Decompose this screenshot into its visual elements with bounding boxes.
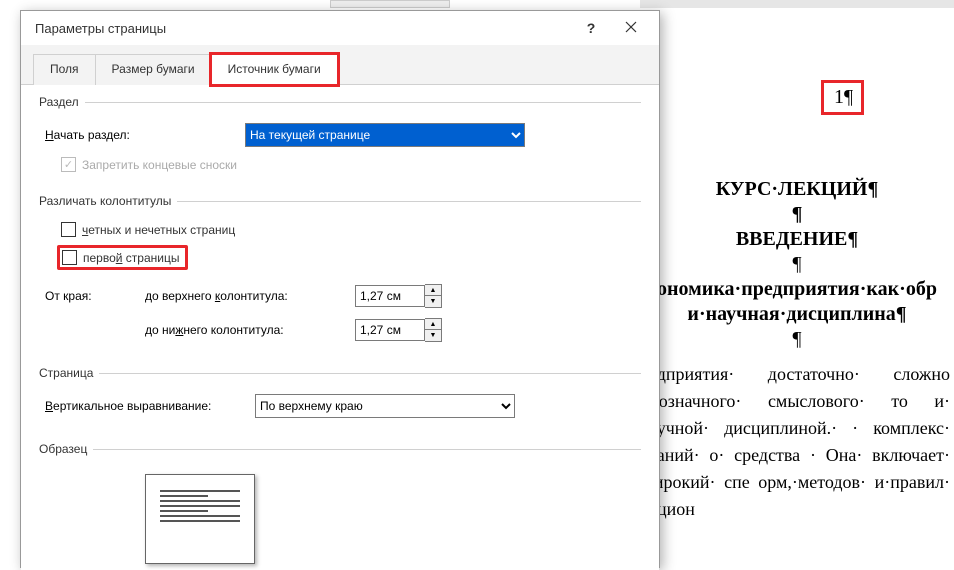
preview-line: [160, 510, 208, 512]
footer-dist-input[interactable]: [355, 319, 425, 341]
tab-fields[interactable]: Поля: [33, 54, 96, 85]
headers-legend: Различать колонтитулы: [39, 194, 177, 208]
page-fieldset: Страница Вертикальное выравнивание: По в…: [39, 366, 641, 434]
doc-paragraph: редприятия· достаточно· сложно днозначно…: [640, 361, 954, 523]
tabstrip: Поля Размер бумаги Источник бумаги: [21, 45, 659, 85]
odd-even-checkbox[interactable]: [61, 222, 76, 237]
tab-paper-size[interactable]: Размер бумаги: [95, 54, 212, 85]
doc-line: ¶: [640, 253, 954, 276]
section-fieldset: Раздел Начать раздел: На текущей страниц…: [39, 95, 641, 186]
from-edge-label: От края:: [45, 289, 135, 303]
page-setup-dialog: Параметры страницы ? Поля Размер бумаги …: [20, 10, 660, 568]
spin-up-icon[interactable]: ▲: [425, 285, 441, 296]
to-header-label: до верхнего колонтитула:: [145, 289, 345, 303]
spin-down-icon[interactable]: ▼: [425, 330, 441, 341]
odd-even-label: четных и нечетных страниц: [82, 223, 235, 237]
suppress-endnotes-checkbox: ✓: [61, 157, 76, 172]
spin-up-icon[interactable]: ▲: [425, 319, 441, 330]
doc-line: ВВЕДЕНИЕ¶: [640, 228, 954, 251]
header-dist-input[interactable]: [355, 285, 425, 307]
first-page-highlight: первой страницы: [57, 245, 188, 270]
header-dist-spinner[interactable]: ▲▼: [355, 284, 442, 308]
page-legend: Страница: [39, 366, 99, 380]
footer-dist-spinner[interactable]: ▲▼: [355, 318, 442, 342]
titlebar: Параметры страницы ?: [21, 11, 659, 45]
preview-thumbnail: [145, 474, 255, 564]
spinner-buttons[interactable]: ▲▼: [425, 318, 442, 342]
page-number-highlight: 1¶: [821, 80, 864, 115]
doc-body: КУРС·ЛЕКЦИЙ¶ ¶ ВВЕДЕНИЕ¶ ¶ ономика·предп…: [640, 178, 954, 523]
valign-row: Вертикальное выравнивание: По верхнему к…: [45, 394, 635, 418]
doc-line: ¶: [640, 328, 954, 351]
doc-line: и·научная·дисциплина¶: [640, 303, 954, 326]
section-legend: Раздел: [39, 95, 85, 109]
spin-down-icon[interactable]: ▼: [425, 296, 441, 307]
doc-line: ¶: [640, 203, 954, 226]
panel: Раздел Начать раздел: На текущей страниц…: [21, 85, 659, 570]
preview-legend: Образец: [39, 442, 93, 456]
section-start-combo[interactable]: На текущей странице: [245, 123, 525, 147]
odd-even-row: четных и нечетных страниц: [61, 222, 635, 237]
preview-line: [160, 495, 208, 497]
first-page-label: первой страницы: [83, 251, 179, 265]
preview-fieldset: Образец: [39, 442, 641, 570]
valign-label: Вертикальное выравнивание:: [45, 399, 245, 413]
preview-line: [160, 500, 240, 502]
footer-dist-row: до нижнего колонтитула: ▲▼: [45, 318, 635, 342]
dialog-title: Параметры страницы: [35, 21, 571, 36]
valign-combo[interactable]: По верхнему краю: [255, 394, 515, 418]
document-page: 1¶ КУРС·ЛЕКЦИЙ¶ ¶ ВВЕДЕНИЕ¶ ¶ ономика·пр…: [640, 0, 954, 568]
first-page-checkbox[interactable]: [62, 250, 77, 265]
preview-line: [160, 515, 240, 517]
close-button[interactable]: [611, 20, 651, 36]
section-start-label: Начать раздел:: [45, 128, 235, 142]
doc-line: КУРС·ЛЕКЦИЙ¶: [640, 178, 954, 201]
section-start-row: Начать раздел: На текущей странице: [45, 123, 635, 147]
spinner-buttons[interactable]: ▲▼: [425, 284, 442, 308]
doc-line: ономика·предприятия·как·обр: [640, 278, 954, 301]
preview-line: [160, 505, 240, 507]
suppress-endnotes-row: ✓ Запретить концевые сноски: [61, 157, 635, 172]
page-number: 1¶: [834, 86, 853, 108]
to-footer-label: до нижнего колонтитула:: [145, 323, 345, 337]
suppress-endnotes-label: Запретить концевые сноски: [82, 158, 237, 172]
doc-top-margin: [640, 0, 954, 8]
tab-paper-source[interactable]: Источник бумаги: [211, 54, 338, 85]
close-icon: [625, 21, 637, 33]
preview-line: [160, 520, 240, 522]
help-button[interactable]: ?: [571, 20, 611, 36]
ruler-stub: [330, 0, 450, 8]
headers-fieldset: Различать колонтитулы четных и нечетных …: [39, 194, 641, 358]
preview-line: [160, 490, 240, 492]
header-dist-row: От края: до верхнего колонтитула: ▲▼: [45, 284, 635, 308]
